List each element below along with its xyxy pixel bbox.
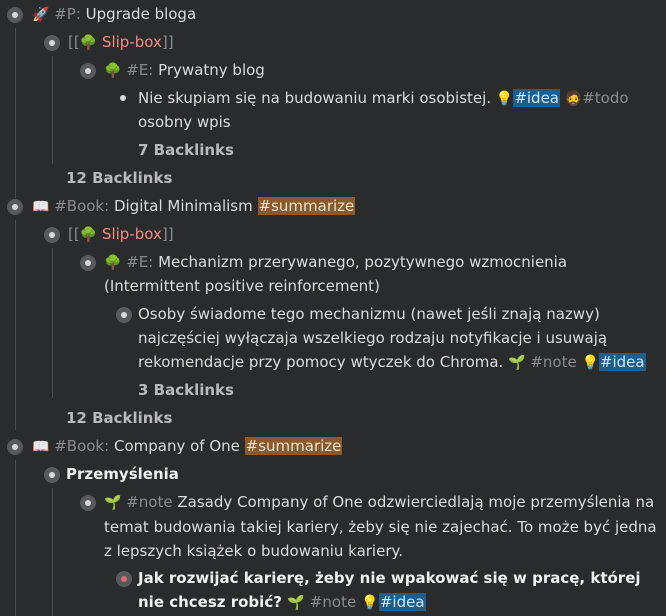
link-bracket-close: ]] [161, 225, 174, 243]
bullet-dot[interactable] [120, 95, 126, 101]
tree-icon: 🌳 [79, 227, 98, 243]
block-mechanizm[interactable]: 🌳 #E: Mechanizm przerywanego, pozytywneg… [104, 250, 567, 275]
bullet[interactable] [80, 63, 96, 79]
backlinks-count[interactable]: 3 Backlinks [138, 378, 234, 402]
page-link[interactable]: Slip-box [102, 225, 162, 243]
block-title: Mechanizm przerywanego, pozytywnego wzmo… [158, 253, 568, 271]
backlinks-label: 3 Backlinks [138, 381, 234, 399]
rocket-icon: 🚀 [32, 7, 50, 23]
block-text: Nie skupiam się na budowaniu marki osobi… [138, 89, 492, 107]
type-prefix: #E: [126, 253, 154, 271]
indent-guide [52, 488, 53, 616]
block-title: (Intermittent positive reinforcement) [104, 277, 380, 295]
block-mechanizm-line2: (Intermittent positive reinforcement) [104, 274, 380, 298]
tag-note[interactable]: #note [126, 493, 172, 511]
backlinks-count[interactable]: 7 Backlinks [138, 138, 234, 162]
tree-icon: 🌳 [79, 35, 98, 51]
block-note-marka[interactable]: Nie skupiam się na budowaniu marki osobi… [138, 86, 629, 111]
tree-icon: 🌳 [104, 63, 122, 79]
tree-icon: 🌳 [104, 255, 122, 271]
page-link[interactable]: Slip-box [102, 33, 162, 51]
backlinks-count[interactable]: 12 Backlinks [66, 406, 172, 430]
backlinks-label: 7 Backlinks [138, 141, 234, 159]
backlinks-count[interactable]: 12 Backlinks [66, 166, 172, 190]
bullet[interactable] [80, 495, 96, 511]
indent-guide [52, 56, 53, 164]
block-title: Upgrade bloga [85, 5, 197, 23]
seedling-icon: 🌱 [104, 495, 122, 511]
tag-note[interactable]: #note [310, 593, 356, 611]
book-icon: 📖 [32, 439, 50, 455]
backlinks-label: 12 Backlinks [66, 409, 173, 427]
bullet[interactable] [116, 307, 132, 323]
bullet[interactable] [44, 35, 60, 51]
tag-idea[interactable]: #idea [378, 593, 426, 611]
type-prefix: #P: [54, 5, 81, 23]
block-text: Zasady Company of One odzwierciedlają mo… [104, 493, 657, 560]
block-title: Przemyślenia [66, 465, 179, 483]
indent-guide [15, 460, 16, 616]
tag-summarize[interactable]: #summarize [257, 197, 356, 215]
block-prywatny-blog[interactable]: 🌳 #E: Prywatny blog [104, 58, 265, 83]
block-company-of-one[interactable]: 📖 #Book: Company of One #summarize [32, 434, 343, 459]
block-osoby-swiadome[interactable]: Osoby świadome tego mechanizmu (nawet je… [138, 302, 658, 375]
type-prefix: #Book: [54, 197, 110, 215]
block-jak-rozwijac[interactable]: Jak rozwijać karierę, żeby nie wpakować … [138, 566, 658, 615]
bullet-red[interactable] [116, 571, 132, 587]
seedling-icon: 🌱 [287, 595, 305, 611]
block-text: osobny wpis [138, 113, 231, 131]
person-icon: 🧔 [564, 91, 583, 107]
type-prefix: #Book: [54, 437, 110, 455]
block-zasady[interactable]: 🌱 #note Zasady Company of One odzwiercie… [104, 490, 660, 563]
indent-guide [15, 28, 16, 198]
bullet[interactable] [7, 7, 23, 23]
link-bracket-close: ]] [161, 33, 174, 51]
indent-guide [15, 220, 16, 430]
bullet[interactable] [44, 467, 60, 483]
link-bracket-open: [[ [68, 33, 80, 51]
lightbulb-icon: 💡 [361, 595, 379, 611]
lightbulb-icon: 💡 [495, 91, 514, 107]
block-title: Digital Minimalism [113, 197, 253, 215]
type-prefix: #E: [126, 61, 154, 79]
indent-guide [52, 248, 53, 398]
tag-note[interactable]: #note [530, 353, 576, 371]
block-title: Company of One [113, 437, 240, 455]
lightbulb-icon: 💡 [581, 355, 599, 371]
bullet[interactable] [44, 227, 60, 243]
block-digital-minimalism[interactable]: 📖 #Book: Digital Minimalism #summarize [32, 194, 356, 219]
block-slipbox-link[interactable]: [[🌳 Slip-box]] [68, 222, 174, 247]
seedling-icon: 🌱 [508, 355, 526, 371]
block-upgrade-bloga[interactable]: 🚀 #P: Upgrade bloga [32, 2, 196, 27]
block-title: Prywatny blog [158, 61, 265, 79]
backlinks-label: 12 Backlinks [66, 169, 173, 187]
tag-idea[interactable]: #idea [598, 353, 646, 371]
tag-idea[interactable]: #idea [513, 89, 560, 107]
bullet[interactable] [7, 199, 23, 215]
block-note-marka-line2: osobny wpis [138, 110, 231, 134]
bullet[interactable] [80, 255, 96, 271]
link-bracket-open: [[ [68, 225, 80, 243]
bullet[interactable] [7, 439, 23, 455]
tag-summarize[interactable]: #summarize [244, 437, 343, 455]
block-slipbox-link[interactable]: [[🌳 Slip-box]] [68, 30, 174, 55]
block-przemyslenia[interactable]: Przemyślenia [66, 462, 179, 486]
tag-todo[interactable]: #todo [582, 89, 628, 107]
book-icon: 📖 [32, 199, 50, 215]
